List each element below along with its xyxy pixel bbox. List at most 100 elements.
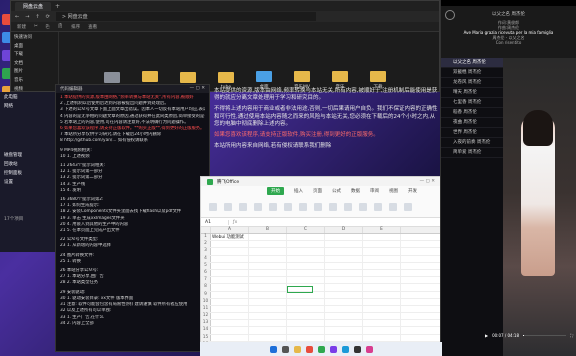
table-cell[interactable] <box>249 262 287 269</box>
sidebar-item-quick-access[interactable]: 快速访问 <box>14 34 55 43</box>
table-cell[interactable] <box>325 313 363 320</box>
table-cell[interactable] <box>363 269 401 277</box>
row-header[interactable]: 2 <box>201 241 211 248</box>
play-icon[interactable]: ▶ <box>485 333 488 338</box>
italic-icon[interactable] <box>269 202 277 211</box>
playlist-item[interactable]: 夜曲 周杰伦 <box>441 118 503 128</box>
table-cell[interactable] <box>363 291 401 298</box>
row-header[interactable]: 6 <box>201 269 211 277</box>
table-cell[interactable] <box>363 284 401 291</box>
search-icon[interactable] <box>281 345 289 353</box>
table-cell[interactable] <box>211 248 249 255</box>
table-cell[interactable] <box>363 241 401 248</box>
table-cell[interactable] <box>363 298 401 305</box>
column-header[interactable]: E <box>363 227 401 233</box>
playlist-item[interactable]: 稻香 周杰伦 <box>441 108 503 118</box>
sort-icon[interactable] <box>404 202 412 211</box>
fullscreen-icon[interactable]: ⛶ <box>570 333 573 338</box>
table-cell[interactable] <box>211 269 249 277</box>
table-cell[interactable] <box>325 248 363 255</box>
cut-icon[interactable] <box>224 202 232 211</box>
table-cell[interactable] <box>211 298 249 305</box>
table-cell[interactable] <box>287 255 325 262</box>
table-cell[interactable] <box>249 298 287 305</box>
table-cell[interactable] <box>325 277 363 284</box>
table-cell[interactable] <box>363 234 401 241</box>
table-cell[interactable] <box>211 313 249 320</box>
start-menu-icon[interactable] <box>269 345 277 353</box>
column-header[interactable]: D <box>325 227 363 233</box>
table-cell[interactable] <box>363 305 401 313</box>
table-cell[interactable] <box>363 262 401 269</box>
toolbar-cut-icon[interactable]: ✂ <box>34 24 38 29</box>
row-header[interactable]: 10 <box>201 298 211 305</box>
row-header[interactable]: 14 <box>201 327 211 334</box>
column-header[interactable]: B <box>249 227 287 233</box>
row-header[interactable]: 7 <box>201 277 211 284</box>
toolbar-view[interactable]: 查看 <box>88 24 97 30</box>
table-cell[interactable] <box>249 234 287 241</box>
row-header[interactable]: 13 <box>201 320 211 327</box>
sidebar-item-music[interactable]: 音乐 <box>14 77 55 86</box>
tab-home[interactable]: 开始 <box>267 187 284 195</box>
table-cell[interactable] <box>363 277 401 284</box>
font-icon[interactable] <box>239 202 247 211</box>
sidebar-item-downloads[interactable]: 下载 <box>14 51 55 60</box>
table-cell[interactable] <box>211 320 249 327</box>
playlist-item[interactable]: 世界 周杰伦 <box>441 128 503 138</box>
row-header[interactable]: 12 <box>201 313 211 320</box>
tab-formula[interactable]: 公式 <box>332 188 341 194</box>
row-header[interactable]: 3 <box>201 248 211 255</box>
table-cell[interactable] <box>363 320 401 327</box>
sidebar-item-disk[interactable]: 磁盘管理 <box>0 150 55 159</box>
tab-insert[interactable]: 插入 <box>294 188 303 194</box>
sidebar-item-settings[interactable]: 设置 <box>0 177 55 186</box>
playlist-item[interactable]: 七里香 周杰伦 <box>441 98 503 108</box>
table-cell[interactable] <box>211 334 249 341</box>
table-cell[interactable] <box>249 277 287 284</box>
tab-data[interactable]: 数据 <box>351 188 360 194</box>
table-cell[interactable] <box>287 277 325 284</box>
file-explorer-icon[interactable] <box>293 345 301 353</box>
table-cell[interactable] <box>287 248 325 255</box>
table-cell[interactable] <box>325 327 363 334</box>
playlist-item[interactable]: 晴天 周杰伦 <box>441 88 503 98</box>
playlist-item[interactable]: 龙卷风 周杰伦 <box>441 78 503 88</box>
address-path[interactable]: > 网盘云盘 <box>55 12 316 21</box>
table-cell[interactable] <box>211 262 249 269</box>
table-cell[interactable] <box>287 313 325 320</box>
window-controls[interactable]: — ▢ ✕ <box>420 179 435 184</box>
align-left-icon[interactable] <box>314 202 322 211</box>
sidebar-item-this-pc[interactable]: 此电脑 <box>0 92 55 101</box>
column-header[interactable]: C <box>287 227 325 233</box>
sidebar-item-recycle[interactable]: 回收站 <box>0 159 55 168</box>
table-cell[interactable] <box>249 305 287 313</box>
table-cell[interactable] <box>325 269 363 277</box>
video-area[interactable] <box>503 58 576 356</box>
table-cell[interactable] <box>287 269 325 277</box>
table-cell[interactable] <box>249 255 287 262</box>
table-cell[interactable] <box>249 269 287 277</box>
music-player-icon[interactable] <box>353 345 361 353</box>
table-cell[interactable] <box>211 291 249 298</box>
wrap-icon[interactable] <box>359 202 367 211</box>
table-cell[interactable] <box>287 305 325 313</box>
table-cell[interactable] <box>249 241 287 248</box>
align-center-icon[interactable] <box>329 202 337 211</box>
sidebar-item-control-panel[interactable]: 控制面板 <box>0 168 55 177</box>
row-header[interactable]: 4 <box>201 255 211 262</box>
table-cell[interactable] <box>325 255 363 262</box>
row-header[interactable]: 15 <box>201 334 211 341</box>
table-cell[interactable] <box>249 320 287 327</box>
sum-icon[interactable] <box>389 202 397 211</box>
row-header[interactable]: 9 <box>201 291 211 298</box>
refresh-icon[interactable]: ⟳ <box>46 14 50 20</box>
paste-icon[interactable] <box>209 202 217 211</box>
spreadsheet-icon[interactable] <box>317 345 325 353</box>
table-cell[interactable] <box>211 327 249 334</box>
table-cell[interactable] <box>287 320 325 327</box>
cell-grid[interactable]: A B C D E 1 Webui 功能测试 2 3 4 5 6 7 8 9 10 11 12 13 14 1… <box>201 227 441 349</box>
edge-browser-icon[interactable] <box>341 345 349 353</box>
up-arrow-icon[interactable]: ↑ <box>35 14 39 20</box>
table-cell[interactable] <box>249 248 287 255</box>
